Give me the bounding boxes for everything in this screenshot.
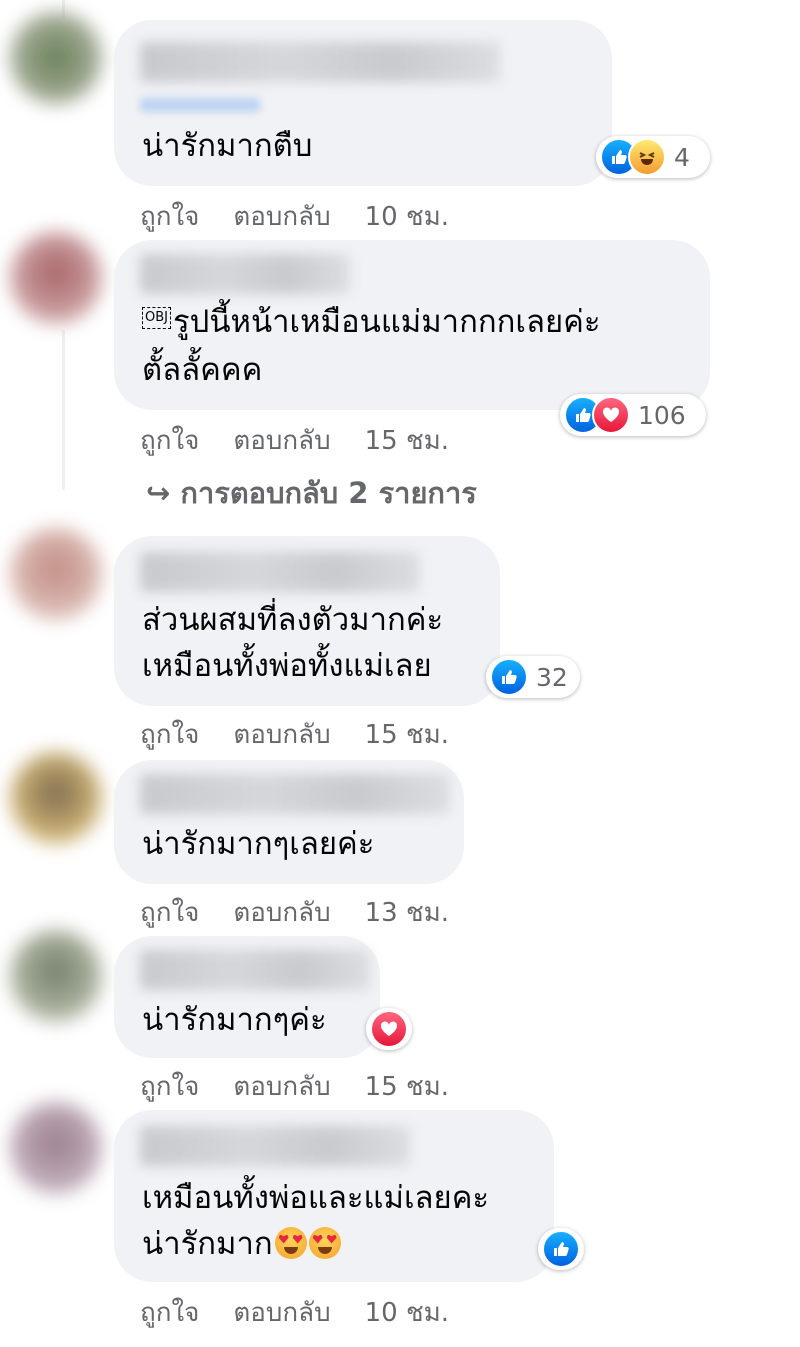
commenter-badge: [140, 98, 260, 112]
reply-link[interactable]: ตอบกลับ: [233, 720, 330, 750]
comment-text: น่ารักมากๆค่ะ: [142, 1002, 327, 1038]
comment-bubble: น่ารักมากๆค่ะ: [114, 936, 380, 1058]
reply-link[interactable]: ตอบกลับ: [233, 1072, 330, 1102]
avatar[interactable]: [10, 528, 102, 620]
like-link[interactable]: ถูกใจ: [140, 1298, 199, 1328]
avatar[interactable]: [10, 752, 102, 844]
timestamp[interactable]: 10 ชม.: [365, 202, 449, 232]
like-link[interactable]: ถูกใจ: [140, 720, 199, 750]
love-reaction-icon: [370, 1010, 408, 1048]
reply-link[interactable]: ตอบกลับ: [233, 1298, 330, 1328]
commenter-name[interactable]: [140, 254, 350, 294]
comment-bubble: น่ารักมากๆเลยค่ะ: [114, 760, 464, 884]
like-link[interactable]: ถูกใจ: [140, 202, 199, 232]
comment-text: น่ารักมากตืบ: [142, 128, 313, 164]
love-reaction-icon: [592, 396, 630, 434]
comment-text-line: รูปนี้หน้าเหมือนแม่มากกกเลยค่ะ: [173, 304, 601, 340]
comment-bubble: OBJ รูปนี้หน้าเหมือนแม่มากกกเลยค่ะ ตั้ลลั…: [114, 240, 710, 410]
timestamp[interactable]: 15 ชม.: [365, 1072, 449, 1102]
view-replies-link[interactable]: ↪ การตอบกลับ 2 รายการ: [146, 470, 477, 516]
comment-actions: ถูกใจ ตอบกลับ 15 ชม.: [140, 1066, 483, 1107]
comment-text-line: ตั้ลลั้คคค: [142, 352, 263, 388]
comment-text: น่ารักมาก: [142, 1222, 341, 1266]
like-reaction-icon: [542, 1230, 580, 1268]
comment-text: น่ารักมากๆเลยค่ะ: [142, 826, 375, 862]
timestamp[interactable]: 15 ชม.: [365, 720, 449, 750]
comment-actions: ถูกใจ ตอบกลับ 15 ชม.: [140, 420, 483, 461]
reaction-summary[interactable]: 106: [560, 394, 706, 436]
comment-text-line: เหมือนทั้งพ่อและแม่เลยคะ: [142, 1180, 490, 1216]
reaction-count: 106: [638, 400, 686, 430]
commenter-name[interactable]: [140, 774, 450, 814]
like-link[interactable]: ถูกใจ: [140, 898, 199, 928]
reaction-summary[interactable]: [538, 1228, 584, 1270]
timestamp[interactable]: 10 ชม.: [365, 1298, 449, 1328]
reply-link[interactable]: ตอบกลับ: [233, 426, 330, 456]
avatar[interactable]: [10, 930, 102, 1022]
reaction-count: 4: [674, 142, 690, 172]
comment-text-line: น่ารักมาก: [142, 1226, 273, 1262]
comment-bubble: ส่วนผสมที่ลงตัวมากค่ะ เหมือนทั้งพ่อทั้งแ…: [114, 536, 500, 706]
unknown-glyph-icon: OBJ: [142, 306, 171, 329]
comment-bubble: น่ารักมากตืบ: [114, 20, 612, 186]
heart-eyes-emoji-icon: [308, 1226, 341, 1259]
like-reaction-icon: [490, 658, 528, 696]
reply-link[interactable]: ตอบกลับ: [233, 202, 330, 232]
reply-link[interactable]: ตอบกลับ: [233, 898, 330, 928]
timestamp[interactable]: 13 ชม.: [365, 898, 449, 928]
comment-text: OBJ รูปนี้หน้าเหมือนแม่มากกกเลยค่ะ: [142, 300, 601, 344]
haha-reaction-icon: [628, 138, 666, 176]
comment-text-line: ส่วนผสมที่ลงตัวมากค่ะ: [142, 602, 444, 638]
avatar[interactable]: [10, 232, 102, 324]
comment-actions: ถูกใจ ตอบกลับ 10 ชม.: [140, 1292, 483, 1333]
commenter-name[interactable]: [140, 552, 420, 592]
comment-text-line: เหมือนทั้งพ่อทั้งแม่เลย: [142, 648, 432, 684]
commenter-name[interactable]: [140, 950, 370, 990]
reaction-summary[interactable]: 32: [486, 656, 580, 698]
comment-actions: ถูกใจ ตอบกลับ 10 ชม.: [140, 196, 483, 237]
avatar[interactable]: [10, 12, 102, 104]
commenter-name[interactable]: [140, 1126, 410, 1166]
like-link[interactable]: ถูกใจ: [140, 1072, 199, 1102]
reaction-count: 32: [536, 662, 568, 692]
timestamp[interactable]: 15 ชม.: [365, 426, 449, 456]
heart-eyes-emoji-icon: [274, 1226, 307, 1259]
comment-actions: ถูกใจ ตอบกลับ 15 ชม.: [140, 714, 483, 755]
reaction-summary[interactable]: 4: [596, 136, 710, 178]
like-link[interactable]: ถูกใจ: [140, 426, 199, 456]
thread-line: [62, 330, 65, 490]
comment-bubble: เหมือนทั้งพ่อและแม่เลยคะ น่ารักมาก: [114, 1110, 554, 1282]
avatar[interactable]: [10, 1102, 102, 1194]
reaction-summary[interactable]: [366, 1008, 412, 1050]
commenter-name[interactable]: [140, 42, 500, 82]
comment-actions: ถูกใจ ตอบกลับ 13 ชม.: [140, 892, 483, 933]
